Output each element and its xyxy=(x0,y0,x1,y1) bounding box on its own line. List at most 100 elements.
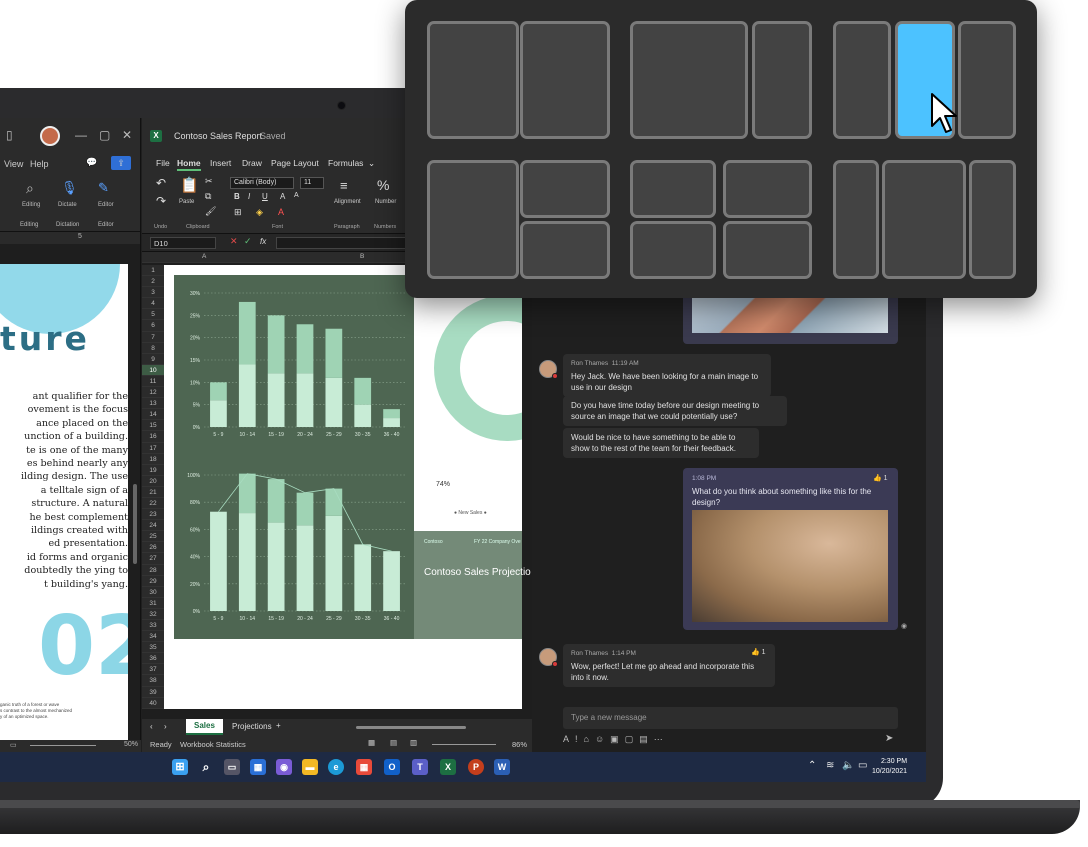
more-icon[interactable]: ⋯ xyxy=(654,734,669,744)
next-sheet-icon[interactable]: › xyxy=(164,722,167,731)
view-icon[interactable]: ▭ xyxy=(10,741,17,749)
teams-icon[interactable]: T xyxy=(412,759,428,775)
alignment-icon[interactable]: ≡ xyxy=(340,178,348,193)
row-header[interactable]: 13 xyxy=(142,398,164,410)
column-a[interactable]: A xyxy=(202,253,206,260)
italic-icon[interactable]: I xyxy=(248,192,250,201)
emoji-icon[interactable]: ☺ xyxy=(595,734,610,744)
snap-zone[interactable] xyxy=(520,160,610,218)
widgets-icon[interactable]: ▦ xyxy=(250,759,266,775)
row-header[interactable]: 36 xyxy=(142,653,164,665)
font-color-icon[interactable]: A xyxy=(278,207,284,217)
snap-zone[interactable] xyxy=(752,21,812,139)
close-icon[interactable]: ✕ xyxy=(122,128,132,142)
battery-icon[interactable]: ▭ xyxy=(858,760,867,771)
tab-sales[interactable]: Sales xyxy=(186,719,223,735)
word-scrollbar[interactable] xyxy=(132,264,138,740)
task-view-icon[interactable]: ▭ xyxy=(224,759,240,775)
row-header[interactable]: 1 xyxy=(142,265,164,277)
row-header[interactable]: 25 xyxy=(142,531,164,543)
tab-projections[interactable]: Projections xyxy=(232,722,272,731)
document-page[interactable]: ture ant qualifier for the ovement is th… xyxy=(0,264,128,740)
wifi-icon[interactable]: ≋ xyxy=(826,760,834,771)
store-icon[interactable]: ▦ xyxy=(356,759,372,775)
search-icon[interactable]: ⌕ xyxy=(198,759,214,775)
function-icon[interactable]: fx xyxy=(260,237,266,246)
zoom-slider[interactable] xyxy=(432,744,496,745)
row-header[interactable]: 7 xyxy=(142,332,164,343)
start-icon[interactable]: ⊞ xyxy=(172,759,188,775)
reaction-count[interactable]: 👍 1 xyxy=(751,648,766,656)
share-icon[interactable]: ⇪ xyxy=(111,156,131,170)
redo-icon[interactable]: ↷ xyxy=(156,194,166,208)
row-header[interactable]: 39 xyxy=(142,687,164,698)
row-header[interactable]: 18 xyxy=(142,454,164,465)
avatar[interactable] xyxy=(539,360,558,379)
find-icon[interactable]: ⌕ xyxy=(26,180,34,197)
prev-sheet-icon[interactable]: ‹ xyxy=(150,722,153,731)
row-header[interactable]: 26 xyxy=(142,542,164,554)
row-header[interactable]: 20 xyxy=(142,476,164,487)
message-input[interactable]: Type a new message xyxy=(563,707,898,729)
snap-zone[interactable] xyxy=(723,160,812,218)
chevron-up-icon[interactable]: ⌃ xyxy=(808,760,816,771)
snap-zone[interactable] xyxy=(969,160,1016,279)
format-icon[interactable]: A xyxy=(563,734,575,744)
editing-button[interactable]: Editing xyxy=(22,202,40,208)
row-header[interactable]: 38 xyxy=(142,675,164,687)
row-header[interactable]: 34 xyxy=(142,631,164,643)
page-layout-icon[interactable]: ▤ xyxy=(390,738,397,747)
microphone-icon[interactable]: 🎙 xyxy=(61,180,78,196)
row-header[interactable]: 15 xyxy=(142,420,164,432)
cancel-icon[interactable]: ✕ xyxy=(230,236,238,247)
row-header[interactable]: 40 xyxy=(142,698,164,709)
message-bubble[interactable]: Would be nice to have something to be ab… xyxy=(563,428,759,458)
sticker-icon[interactable]: ▢ xyxy=(625,734,640,744)
row-header[interactable]: 4 xyxy=(142,298,164,310)
message-bubble[interactable]: Ron Thames 11:19 AM Hey Jack. We have be… xyxy=(563,354,771,397)
avatar[interactable] xyxy=(40,126,60,146)
row-header[interactable]: 27 xyxy=(142,553,164,565)
row-header[interactable]: 29 xyxy=(142,576,164,587)
undo-icon[interactable]: ↶ xyxy=(156,176,166,190)
paste-button[interactable]: Paste xyxy=(179,199,194,205)
maximize-icon[interactable]: ▢ xyxy=(99,128,110,142)
volume-icon[interactable]: 🔈 xyxy=(842,760,854,771)
add-sheet-icon[interactable]: + xyxy=(276,721,281,730)
grow-font-icon[interactable]: A xyxy=(280,192,285,201)
minimize-icon[interactable]: — xyxy=(75,128,87,142)
tab-insert[interactable]: Insert xyxy=(210,158,231,168)
row-header[interactable]: 3 xyxy=(142,287,164,299)
snap-zone[interactable] xyxy=(427,21,519,139)
row-header[interactable]: 33 xyxy=(142,620,164,632)
horizontal-scrollbar[interactable] xyxy=(356,726,466,729)
row-header[interactable]: 6 xyxy=(142,320,164,332)
excel-icon[interactable]: X xyxy=(440,759,456,775)
tab-file[interactable]: File xyxy=(156,158,170,168)
tab-formulas[interactable]: Formulas xyxy=(328,158,363,168)
file-explorer-icon[interactable]: ▬ xyxy=(302,759,318,775)
copy-icon[interactable]: ⧉ xyxy=(205,191,211,202)
projection-card[interactable]: Contoso FY 22 Company Ove Contoso Sales … xyxy=(414,531,531,639)
snap-zone[interactable] xyxy=(833,21,891,139)
row-header[interactable]: 11 xyxy=(142,376,164,388)
clock[interactable]: 2:30 PM 10/20/2021 xyxy=(872,757,907,777)
tab-page-layout[interactable]: Page Layout xyxy=(271,158,319,168)
powerpoint-icon[interactable]: P xyxy=(468,759,484,775)
row-header[interactable]: 9 xyxy=(142,354,164,365)
snap-zone[interactable] xyxy=(520,21,610,139)
chart-panel[interactable]: 30% 25% 20% 15% 10% 5% 0% 5 - 9 10 - 14 15 - 19 20… xyxy=(174,275,414,639)
snap-zone[interactable] xyxy=(630,221,716,279)
chevron-down-icon[interactable]: ⌄ xyxy=(368,158,375,169)
attach-icon[interactable]: ⌂ xyxy=(584,734,595,744)
fill-color-icon[interactable]: ◈ xyxy=(256,207,263,218)
send-icon[interactable]: ➤ xyxy=(885,733,893,744)
editor-icon[interactable]: ✎ xyxy=(98,180,109,196)
row-header[interactable]: 5 xyxy=(142,309,164,321)
snap-zone[interactable] xyxy=(427,160,519,279)
borders-icon[interactable]: ⊞ xyxy=(234,207,242,218)
row-header[interactable]: 19 xyxy=(142,465,164,476)
percent-icon[interactable]: % xyxy=(377,177,389,193)
word-icon[interactable]: W xyxy=(494,759,510,775)
row-header[interactable]: 17 xyxy=(142,443,164,454)
